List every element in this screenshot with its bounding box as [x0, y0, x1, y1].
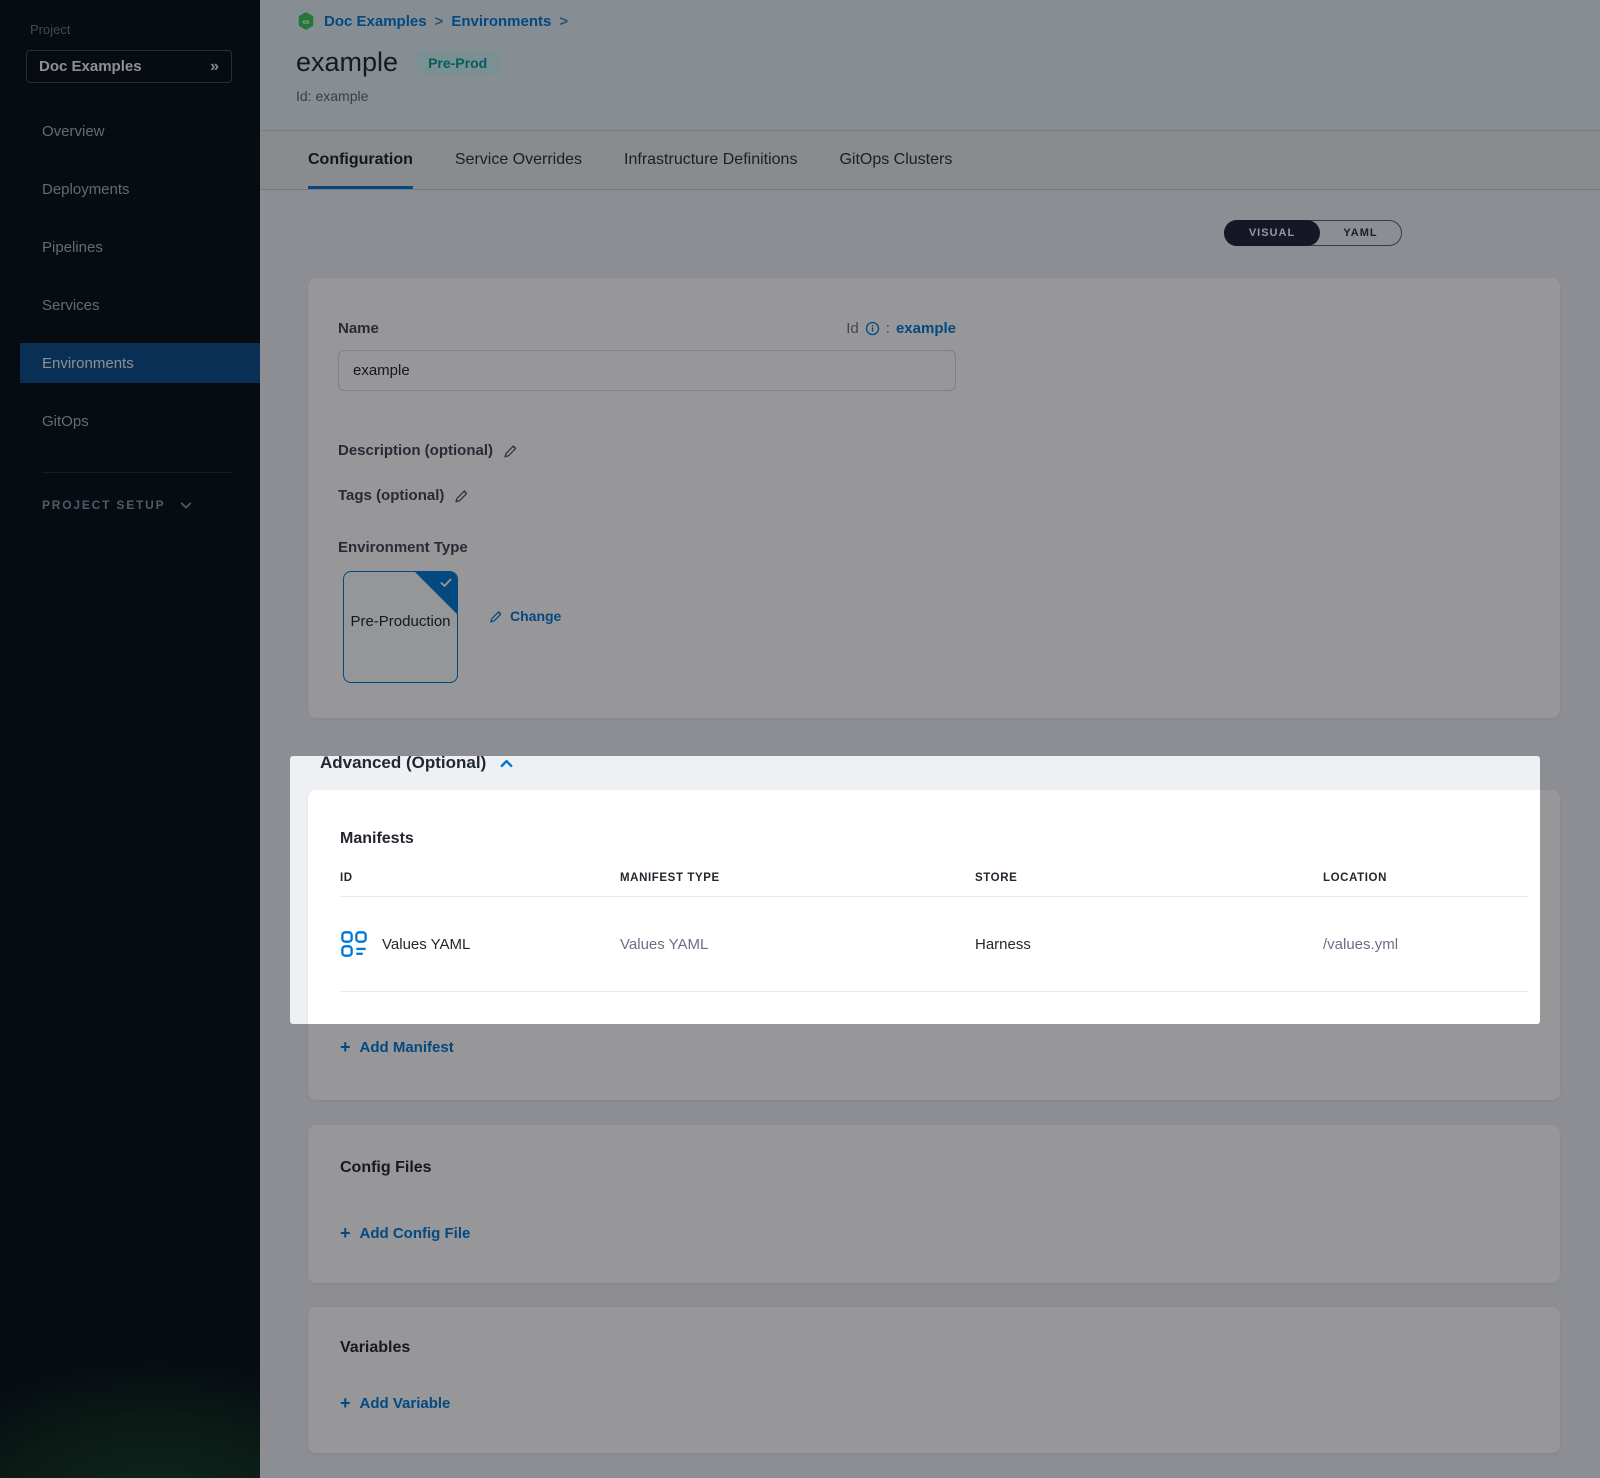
description-edit[interactable]: Description (optional): [338, 442, 518, 459]
sidebar: Project Doc Examples » Overview Deployme…: [0, 0, 260, 1478]
config-files-card: Config Files + Add Config File: [308, 1125, 1560, 1283]
tab-infrastructure-definitions[interactable]: Infrastructure Definitions: [624, 131, 797, 189]
manifest-id-cell[interactable]: Values YAML: [340, 930, 620, 958]
breadcrumb-separator: >: [435, 13, 444, 30]
pencil-icon: [502, 443, 518, 459]
breadcrumb-project-link[interactable]: Doc Examples: [324, 13, 427, 30]
id-value[interactable]: example: [896, 320, 956, 337]
harness-logo-icon: ∞: [296, 11, 316, 31]
tab-gitops-clusters[interactable]: GitOps Clusters: [839, 131, 952, 189]
add-config-file-button[interactable]: + Add Config File: [340, 1224, 470, 1242]
project-label: Project: [30, 22, 70, 37]
manifests-table: ID MANIFEST TYPE STORE LOCATION Values Y…: [340, 860, 1528, 992]
manifest-type-cell: Values YAML: [620, 936, 975, 953]
title-row: example Pre-Prod: [296, 47, 1600, 78]
project-setup-toggle[interactable]: PROJECT SETUP: [42, 498, 193, 512]
chevron-up-icon: [498, 756, 515, 771]
environment-form-card: Name Id : example Description (optional)…: [308, 278, 1560, 718]
tab-bar: Configuration Service Overrides Infrastr…: [260, 131, 1600, 190]
variables-card: Variables + Add Variable: [308, 1307, 1560, 1453]
app-root: Project Doc Examples » Overview Deployme…: [0, 0, 1600, 1478]
tags-edit[interactable]: Tags (optional): [338, 487, 469, 504]
main-area: ∞ Doc Examples > Environments > example …: [260, 0, 1600, 1478]
sidebar-item-services[interactable]: Services: [0, 285, 260, 325]
tab-configuration[interactable]: Configuration: [308, 131, 413, 189]
description-label: Description (optional): [338, 442, 493, 459]
values-yaml-manifest-icon: [340, 930, 368, 958]
manifests-title: Manifests: [340, 830, 414, 848]
content-area: VISUAL YAML Name Id : example Descriptio…: [260, 190, 1600, 1478]
project-selector-name: Doc Examples: [39, 58, 142, 75]
environment-type-card[interactable]: Pre-Production: [343, 571, 458, 683]
page-header: ∞ Doc Examples > Environments > example …: [260, 0, 1600, 131]
breadcrumb-environments-link[interactable]: Environments: [451, 13, 551, 30]
add-variable-button[interactable]: + Add Variable: [340, 1394, 450, 1412]
table-divider: [340, 991, 1528, 992]
change-environment-type-button[interactable]: Change: [488, 608, 561, 624]
pencil-icon: [453, 488, 469, 504]
plus-icon: +: [340, 1224, 351, 1242]
page-title: example: [296, 47, 398, 78]
plus-icon: +: [340, 1394, 351, 1412]
sidebar-divider: [42, 472, 232, 473]
sidebar-item-overview[interactable]: Overview: [0, 111, 260, 151]
column-header-id: ID: [340, 872, 620, 884]
chevron-down-icon: [179, 498, 193, 512]
info-icon[interactable]: [865, 321, 880, 336]
sidebar-item-environments[interactable]: Environments: [20, 343, 260, 383]
sidebar-item-deployments[interactable]: Deployments: [0, 169, 260, 209]
manifest-location-cell: /values.yml: [1323, 936, 1528, 953]
column-header-store: STORE: [975, 872, 1323, 884]
sidebar-decoration: [0, 1238, 260, 1478]
plus-icon: +: [340, 1038, 351, 1056]
toggle-visual[interactable]: VISUAL: [1224, 220, 1320, 246]
environment-type-value: Pre-Production: [344, 610, 457, 633]
advanced-section-toggle[interactable]: Advanced (Optional): [320, 753, 515, 773]
sidebar-item-gitops[interactable]: GitOps: [0, 401, 260, 441]
config-files-title: Config Files: [340, 1159, 432, 1177]
name-label: Name: [338, 320, 379, 337]
environment-type-badge: Pre-Prod: [414, 51, 501, 75]
column-header-manifest-type: MANIFEST TYPE: [620, 872, 975, 884]
breadcrumb: ∞ Doc Examples > Environments >: [296, 10, 1600, 32]
check-icon: [440, 578, 452, 588]
tab-service-overrides[interactable]: Service Overrides: [455, 131, 582, 189]
sidebar-nav: Overview Deployments Pipelines Services …: [0, 111, 260, 459]
double-chevron-icon: »: [210, 58, 219, 76]
breadcrumb-separator: >: [559, 13, 568, 30]
project-selector[interactable]: Doc Examples »: [26, 50, 232, 83]
svg-text:∞: ∞: [302, 17, 309, 28]
toggle-yaml[interactable]: YAML: [1320, 221, 1401, 245]
pencil-icon: [488, 609, 503, 624]
table-row[interactable]: Values YAML Values YAML Harness /values.…: [340, 897, 1528, 991]
tags-label: Tags (optional): [338, 487, 444, 504]
manifests-table-header: ID MANIFEST TYPE STORE LOCATION: [340, 860, 1528, 896]
name-input[interactable]: [338, 350, 956, 391]
name-row: Name Id : example: [338, 320, 956, 337]
column-header-location: LOCATION: [1323, 872, 1528, 884]
visual-yaml-toggle: VISUAL YAML: [1224, 220, 1402, 246]
add-manifest-button[interactable]: + Add Manifest: [340, 1038, 454, 1056]
variables-title: Variables: [340, 1339, 410, 1357]
sidebar-item-pipelines[interactable]: Pipelines: [0, 227, 260, 267]
manifest-store-cell: Harness: [975, 936, 1323, 953]
id-display: Id : example: [846, 320, 956, 337]
environment-type-label: Environment Type: [338, 539, 468, 556]
manifests-card: Manifests ID MANIFEST TYPE STORE LOCATIO…: [308, 790, 1560, 1100]
entity-id: Id: example: [296, 88, 1600, 104]
